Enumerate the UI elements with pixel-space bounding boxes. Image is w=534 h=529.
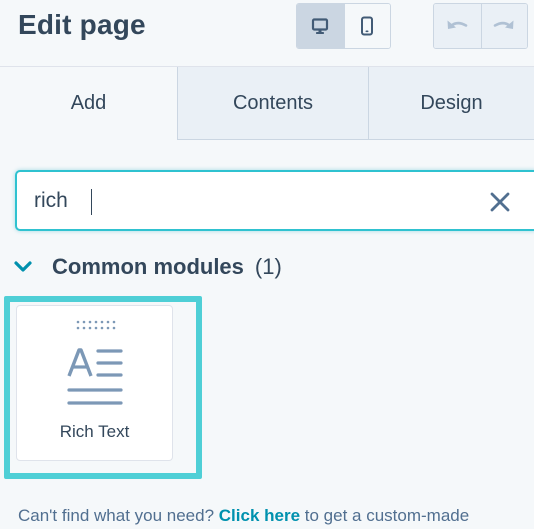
redo-icon [493,20,514,29]
mobile-icon [361,16,374,36]
rich-text-icon [67,348,123,405]
desktop-icon [312,18,329,34]
chevron-down-icon [12,256,34,278]
help-prefix: Can't find what you need? [18,506,219,525]
mobile-view-button[interactable] [343,4,390,48]
module-search-box [15,170,534,231]
text-cursor [91,189,92,215]
click-here-link[interactable]: Click here [219,506,300,525]
sidebar-tabs: Add Contents Design [0,67,534,140]
clear-search-button[interactable] [487,189,513,215]
close-icon [490,192,510,212]
device-toggle-group [296,3,391,49]
editor-header: Edit page [0,0,534,67]
module-label: Rich Text [59,422,130,441]
help-text: Can't find what you need? Click here to … [18,506,469,526]
undo-button[interactable] [434,4,481,48]
tab-design[interactable]: Design [368,67,534,140]
redo-button[interactable] [480,4,527,48]
common-modules-header[interactable]: Common modules (1) [12,252,282,282]
history-group [433,3,528,49]
drag-handle-icon [76,320,116,330]
undo-icon [447,20,468,29]
module-card-rich-text[interactable]: Rich Text [16,305,173,461]
desktop-view-button[interactable] [297,4,344,48]
help-suffix: to get a custom-made [300,506,470,525]
tab-contents[interactable]: Contents [177,67,368,140]
page-title: Edit page [18,9,146,40]
module-search-input[interactable] [34,186,464,216]
tab-add[interactable]: Add [0,67,177,140]
section-title: Common modules [52,254,244,279]
section-count: (1) [254,254,282,279]
